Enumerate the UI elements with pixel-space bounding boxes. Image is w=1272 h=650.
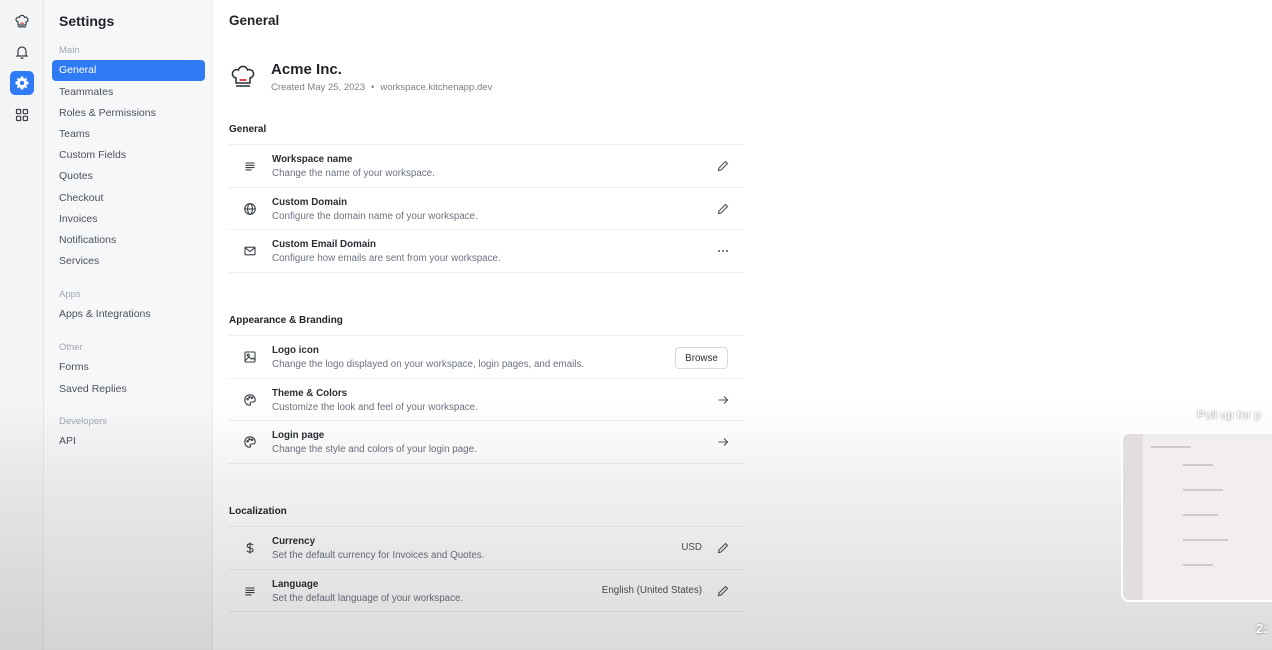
workspace-name: Acme Inc. [271, 61, 342, 78]
row-title: Custom Email Domain [272, 239, 376, 250]
row-title: Language [272, 578, 319, 590]
gear-icon[interactable] [10, 71, 34, 95]
more-dots-icon[interactable] [716, 244, 730, 258]
pencil-icon[interactable] [716, 584, 730, 598]
row-title: Logo icon [272, 345, 319, 356]
row-description: Change the logo displayed on your worksp… [272, 359, 585, 370]
thumbnail-sidebar [1123, 434, 1143, 600]
appearance-settings-card: Logo icon Change the logo displayed on y… [229, 335, 744, 464]
sidebar-item-apps-integrations[interactable]: Apps & Integrations [52, 304, 205, 325]
meta-separator: • [371, 82, 375, 93]
pull-up-hint: Pull up for p [1197, 408, 1262, 422]
group-label-other: Other [59, 342, 83, 353]
workspace-domain: workspace.kitchenapp.dev [380, 82, 493, 93]
row-description: Customize the look and feel of your work… [272, 401, 478, 413]
video-timestamp: 2: [1256, 621, 1268, 636]
section-title-appearance: Appearance & Branding [229, 315, 343, 326]
settings-row-login-page[interactable]: Login page Change the style and colors o… [229, 421, 744, 464]
page-title: General [229, 13, 280, 28]
language-value: English (United States) [601, 584, 702, 596]
row-description: Set the default currency for Invoices an… [272, 550, 485, 561]
row-title: Custom Domain [272, 196, 348, 208]
main-content: General Acme Inc. Created May 25, 2023 • w… [213, 0, 1272, 650]
sidebar-item-checkout[interactable]: Checkout [52, 188, 205, 209]
sidebar-item-roles-permissions[interactable]: Roles & Permissions [52, 103, 205, 124]
row-title: Currency [272, 536, 316, 547]
thumbnail-line [1183, 564, 1213, 566]
chef-hat-logo-icon[interactable] [10, 9, 34, 33]
row-title: Theme & Colors [272, 387, 348, 399]
palette-icon [243, 435, 257, 449]
icon-rail [0, 0, 44, 650]
sidebar-item-teams[interactable]: Teams [52, 124, 205, 145]
group-label-apps: Apps [59, 289, 81, 300]
settings-row-language[interactable]: Language Set the default language of you… [229, 570, 744, 612]
workspace-logo-icon [229, 62, 257, 90]
settings-row-workspace-name[interactable]: Workspace name Change the name of your w… [229, 145, 744, 188]
workspace-created: Created May 25, 2023 [271, 82, 366, 93]
section-title-localization: Localization [229, 506, 287, 517]
row-description: Change the style and colors of your logi… [272, 444, 477, 455]
pencil-icon[interactable] [716, 541, 730, 555]
general-settings-card: Workspace name Change the name of your w… [229, 144, 744, 273]
text-lines-icon [243, 584, 257, 598]
pencil-icon[interactable] [716, 202, 730, 216]
sidebar-item-general[interactable]: General [52, 60, 205, 81]
workspace-meta: Created May 25, 2023 • workspace.kitchenap… [271, 82, 492, 93]
arrow-right-icon[interactable] [716, 393, 730, 407]
sidebar-item-teammates[interactable]: Teammates [52, 82, 205, 103]
group-label-developers: Developers [59, 416, 108, 427]
settings-row-currency[interactable]: Currency Set the default currency for In… [229, 527, 744, 570]
sidebar-item-notifications[interactable]: Notifications [52, 230, 205, 251]
sidebar-item-saved-replies[interactable]: Saved Replies [52, 379, 205, 400]
localization-settings-card: Currency Set the default currency for In… [229, 526, 744, 612]
browse-button[interactable]: Browse [675, 347, 728, 369]
row-title: Login page [272, 430, 325, 441]
text-lines-icon [243, 159, 257, 173]
section-title-general: General [229, 124, 267, 135]
group-label-main: Main [59, 45, 80, 56]
sidebar-item-services[interactable]: Services [52, 251, 205, 272]
settings-row-theme-colors[interactable]: Theme & Colors Customize the look and fe… [229, 379, 744, 421]
sidebar-item-forms[interactable]: Forms [52, 357, 205, 378]
row-description: Change the name of your workspace. [272, 168, 435, 179]
sidebar-title: Settings [59, 13, 115, 29]
row-description: Set the default language of your workspa… [272, 592, 464, 604]
currency-value: USD [681, 542, 702, 553]
thumbnail-line [1183, 539, 1228, 541]
sidebar-item-invoices[interactable]: Invoices [52, 209, 205, 230]
sidebar-item-custom-fields[interactable]: Custom Fields [52, 145, 205, 166]
thumbnail-line [1151, 446, 1191, 448]
video-preview-thumbnail[interactable] [1121, 432, 1272, 602]
thumbnail-line [1183, 464, 1213, 466]
sidebar-item-api[interactable]: API [52, 431, 205, 452]
globe-icon [243, 202, 257, 216]
pencil-icon[interactable] [716, 159, 730, 173]
dollar-icon [243, 541, 257, 555]
arrow-right-icon[interactable] [716, 435, 730, 449]
row-description: Configure the domain name of your worksp… [272, 210, 478, 222]
row-title: Workspace name [272, 154, 353, 165]
thumbnail-line [1183, 489, 1223, 491]
thumbnail-line [1183, 514, 1218, 516]
palette-icon [243, 393, 257, 407]
sidebar-item-quotes[interactable]: Quotes [52, 166, 205, 187]
settings-row-custom-domain[interactable]: Custom Domain Configure the domain name … [229, 188, 744, 230]
settings-row-logo-icon: Logo icon Change the logo displayed on y… [229, 336, 744, 379]
settings-row-custom-email-domain[interactable]: Custom Email Domain Configure how emails… [229, 230, 744, 273]
settings-sidebar: Settings Main General Teammates Roles & … [44, 0, 213, 650]
image-icon [243, 350, 257, 364]
row-description: Configure how emails are sent from your … [272, 253, 501, 264]
mail-icon [243, 244, 257, 258]
bell-icon[interactable] [10, 40, 34, 64]
grid-icon[interactable] [10, 103, 34, 127]
